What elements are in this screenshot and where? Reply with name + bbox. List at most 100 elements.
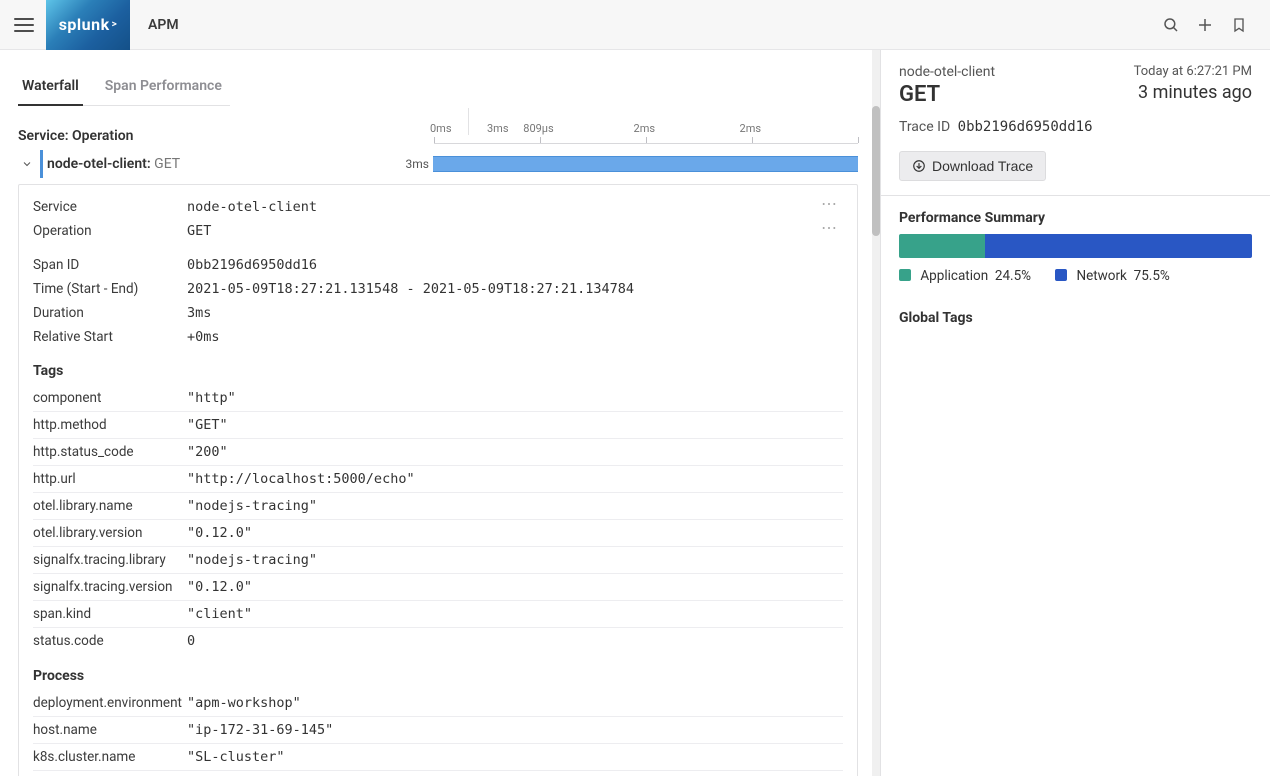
kv-row: OperationGET⋯: [33, 219, 843, 243]
performance-bar-application: [899, 234, 985, 258]
splunk-logo[interactable]: splunk>: [46, 0, 130, 50]
sidebar-service: node-otel-client: [899, 64, 995, 80]
span-color-indicator: [40, 150, 43, 178]
kv-row: Relative Start+0ms: [33, 325, 843, 349]
kv-key: span.kind: [33, 606, 187, 622]
trace-id: Trace ID 0bb2196d6950dd16: [899, 119, 1252, 135]
span-name: node-otel-client: GET: [47, 156, 387, 172]
kv-key: host.name: [33, 722, 187, 738]
download-label: Download Trace: [932, 158, 1033, 174]
download-icon: [912, 159, 926, 173]
kv-value: 0: [187, 633, 843, 649]
span-service: node-otel-client:: [47, 156, 151, 172]
kv-row: Time (Start - End)2021-05-09T18:27:21.13…: [33, 277, 843, 301]
kv-key: http.url: [33, 471, 187, 487]
span-duration: 3ms: [387, 157, 433, 171]
kv-key: Span ID: [33, 257, 187, 273]
search-icon[interactable]: [1154, 8, 1188, 42]
kv-value: "0.12.0": [187, 579, 843, 595]
kv-value: "nodejs-tracing": [187, 552, 843, 568]
kv-row: otel.library.version"0.12.0": [33, 520, 843, 547]
span-details: Servicenode-otel-client⋯OperationGET⋯Spa…: [18, 184, 858, 776]
global-tags-header: Global Tags: [899, 310, 1252, 326]
content: Waterfall Span Performance Service: Oper…: [0, 50, 1270, 776]
kv-row: signalfx.tracing.version"0.12.0": [33, 574, 843, 601]
kv-key: Relative Start: [33, 329, 187, 345]
kv-row: http.method"GET": [33, 412, 843, 439]
kv-value: "SL-cluster": [187, 749, 843, 765]
download-trace-button[interactable]: Download Trace: [899, 151, 1046, 181]
tab-span-performance[interactable]: Span Performance: [101, 72, 226, 106]
kv-key: deployment.environment: [33, 695, 187, 711]
kv-key: status.code: [33, 633, 187, 649]
span-row[interactable]: node-otel-client: GET 3ms: [18, 150, 858, 178]
kv-row: otel.library.name"nodejs-tracing": [33, 493, 843, 520]
app-bar: splunk> APM: [0, 0, 1270, 50]
kv-key: k8s.cluster.name: [33, 749, 187, 765]
more-icon[interactable]: ⋯: [815, 223, 843, 233]
kv-row: span.kind"client": [33, 601, 843, 628]
sidebar-operation: GET: [899, 82, 995, 107]
span-gantt-bar: [433, 156, 858, 172]
kv-key: Time (Start - End): [33, 281, 187, 297]
kv-value: "200": [187, 444, 843, 460]
kv-value: +0ms: [187, 329, 843, 345]
trace-id-value: 0bb2196d6950dd16: [958, 119, 1093, 135]
kv-row: status.code0: [33, 628, 843, 654]
legend-network: Network 75.5%: [1055, 268, 1170, 284]
kv-value: "client": [187, 606, 843, 622]
kv-row: deployment.environment"apm-workshop": [33, 690, 843, 717]
product-name: APM: [148, 17, 179, 33]
kv-key: Operation: [33, 223, 187, 239]
right-panel: node-otel-client GET Today at 6:27:21 PM…: [880, 50, 1270, 776]
kv-value: "nodejs-tracing": [187, 498, 843, 514]
kv-row: host.name"ip-172-31-69-145": [33, 717, 843, 744]
chevron-down-icon[interactable]: [18, 158, 36, 170]
timeline-ticks: 0ms 809µs 2ms 2ms 3ms: [434, 124, 858, 144]
kv-key: Service: [33, 199, 187, 215]
logo-suffix: >: [112, 19, 118, 30]
swatch-network: [1055, 269, 1067, 281]
left-panel: Waterfall Span Performance Service: Oper…: [0, 50, 880, 776]
swatch-application: [899, 269, 911, 281]
legend-application: Application 24.5%: [899, 268, 1031, 284]
tab-waterfall[interactable]: Waterfall: [18, 72, 83, 106]
kv-value: "http": [187, 390, 843, 406]
timestamp-relative: 3 minutes ago: [1134, 81, 1252, 104]
add-icon[interactable]: [1188, 8, 1222, 42]
kv-value: "0.12.0": [187, 525, 843, 541]
scrollbar-thumb[interactable]: [872, 106, 880, 236]
tabs: Waterfall Span Performance: [18, 50, 858, 106]
kv-row: k8s.node.name"ip-172-31-69-145": [33, 771, 843, 776]
kv-value: node-otel-client: [187, 199, 815, 215]
trace-id-label: Trace ID: [899, 119, 950, 135]
more-icon[interactable]: ⋯: [815, 199, 843, 209]
kv-value: 3ms: [187, 305, 843, 321]
hamburger-menu-button[interactable]: [14, 15, 34, 35]
tags-header: Tags: [33, 363, 843, 379]
kv-value: 2021-05-09T18:27:21.131548 - 2021-05-09T…: [187, 281, 843, 297]
logo-text: splunk: [59, 15, 110, 34]
performance-bar: [899, 234, 1252, 258]
kv-row: signalfx.tracing.library"nodejs-tracing": [33, 547, 843, 574]
kv-value: 0bb2196d6950dd16: [187, 257, 843, 273]
kv-value: GET: [187, 223, 815, 239]
kv-value: "http://localhost:5000/echo": [187, 471, 843, 487]
kv-row: component"http": [33, 385, 843, 412]
timeline-axis-label: Service: Operation: [18, 128, 434, 144]
kv-key: signalfx.tracing.library: [33, 552, 187, 568]
kv-row: k8s.cluster.name"SL-cluster": [33, 744, 843, 771]
kv-key: otel.library.name: [33, 498, 187, 514]
span-operation: GET: [154, 156, 180, 172]
bookmark-icon[interactable]: [1222, 8, 1256, 42]
timeline-header: Service: Operation 0ms 809µs 2ms 2ms 3ms: [18, 120, 858, 144]
timestamp: Today at 6:27:21 PM 3 minutes ago: [1134, 64, 1252, 104]
kv-row: Duration3ms: [33, 301, 843, 325]
kv-row: http.url"http://localhost:5000/echo": [33, 466, 843, 493]
kv-key: http.method: [33, 417, 187, 433]
performance-summary-header: Performance Summary: [899, 210, 1252, 226]
kv-key: otel.library.version: [33, 525, 187, 541]
kv-key: http.status_code: [33, 444, 187, 460]
process-header: Process: [33, 668, 843, 684]
kv-value: "GET": [187, 417, 843, 433]
